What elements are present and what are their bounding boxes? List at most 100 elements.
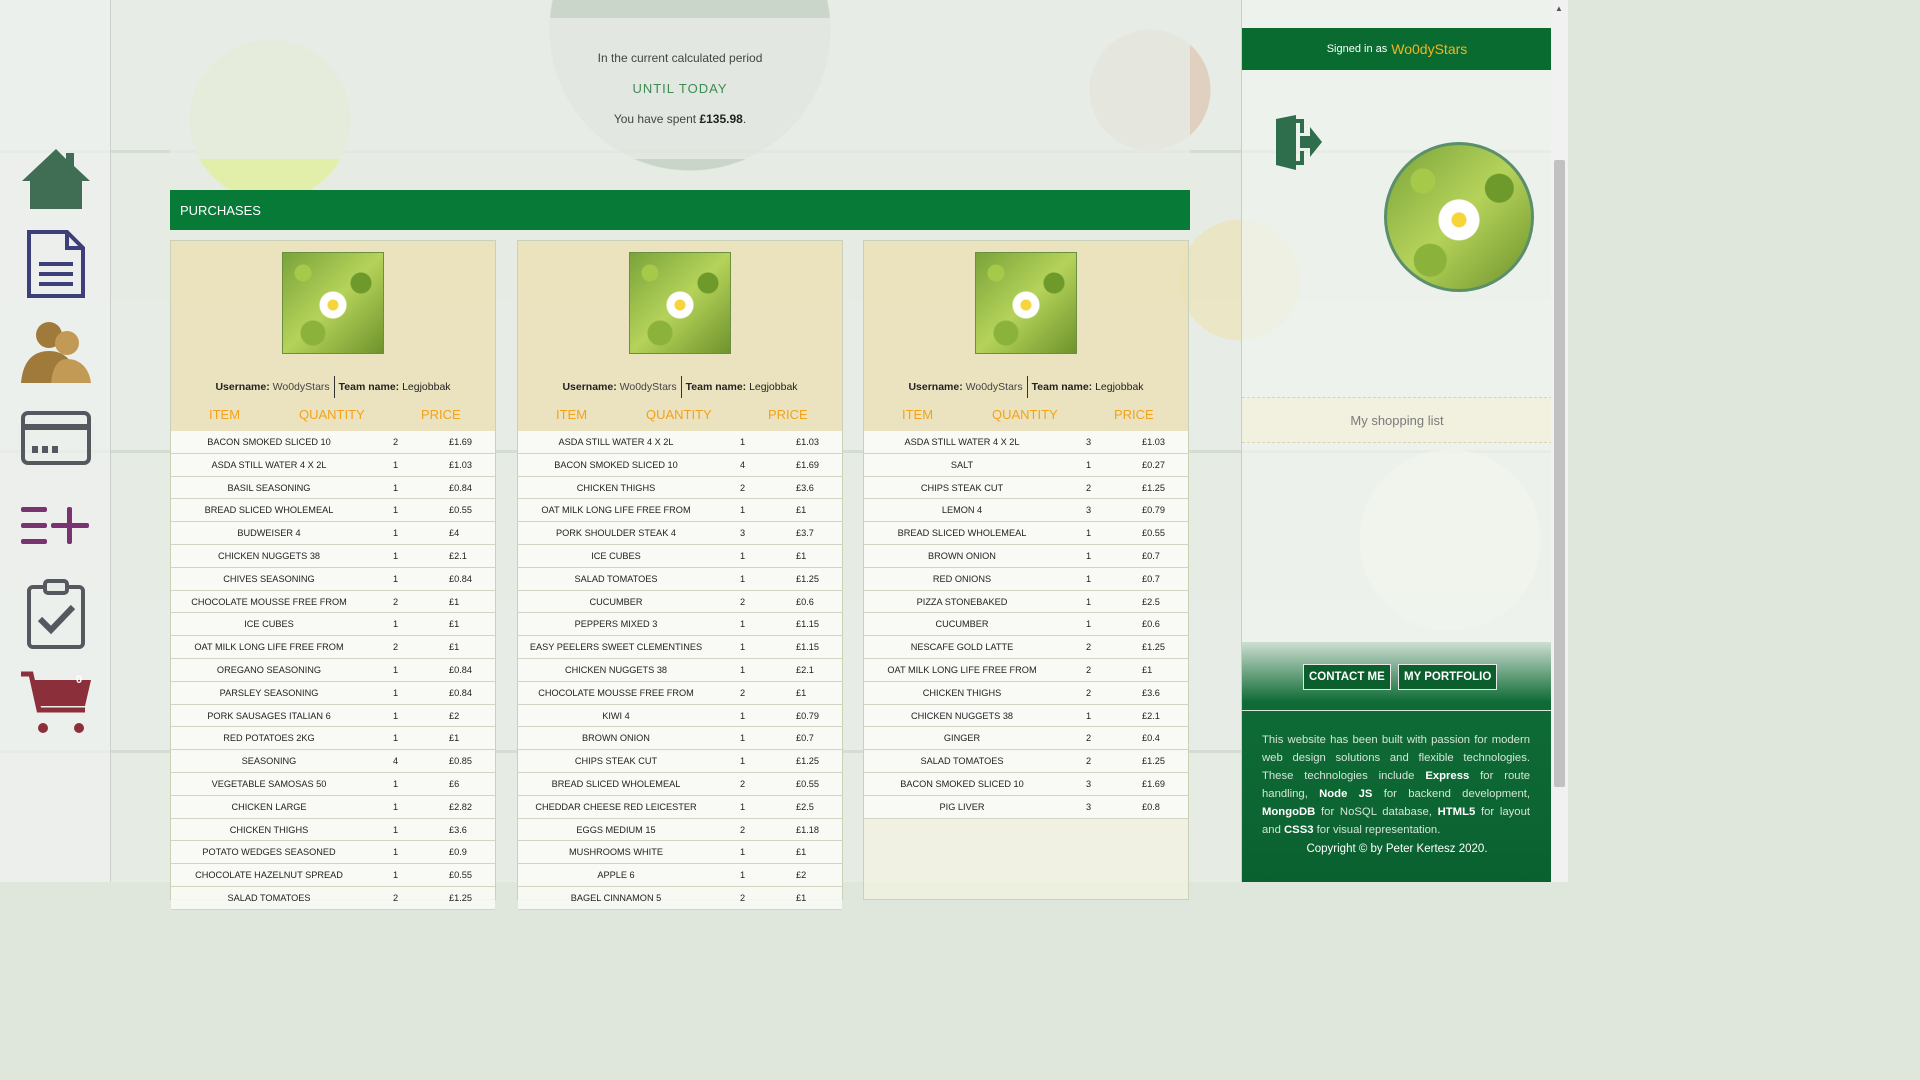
scroll-up-arrow-icon[interactable]: ▲ — [1555, 4, 1563, 13]
table-row: OAT MILK LONG LIFE FREE FROM 1 £1 — [518, 499, 842, 523]
col-price: PRICE — [768, 407, 808, 422]
card-header: Username: Wo0dyStars Team name: Legjobbak… — [171, 241, 495, 431]
item-quantity: 1 — [393, 459, 399, 470]
item-name: BACON SMOKED SLICED 10 — [554, 459, 678, 470]
team-value: Legjobbak — [402, 380, 451, 393]
col-item: ITEM — [902, 407, 934, 422]
item-price: £1.25 — [796, 573, 819, 584]
item-quantity: 1 — [740, 870, 746, 881]
my-shopping-list-link[interactable]: My shopping list — [1242, 397, 1552, 443]
table-row: SALT 1 £0.27 — [864, 453, 1188, 477]
user-photo — [629, 252, 731, 354]
my-portfolio-button[interactable]: MY PORTFOLIO — [1398, 664, 1498, 690]
period-text: In the current calculated period — [597, 51, 763, 65]
item-price: £1.69 — [1142, 778, 1165, 789]
item-quantity: 2 — [1086, 733, 1092, 744]
item-quantity: 1 — [740, 619, 746, 630]
item-name: OREGANO SEASONING — [216, 664, 322, 675]
item-quantity: 1 — [740, 801, 746, 812]
item-price: £0.6 — [1142, 619, 1160, 630]
table-row: RED POTATOES 2KG 1 £1 — [171, 727, 495, 751]
item-price: £0.55 — [449, 505, 472, 516]
item-name: RED POTATOES 2KG — [223, 733, 315, 744]
team-label: Team name: — [1031, 380, 1093, 393]
item-name: CHICKEN THIGHS — [229, 824, 309, 835]
item-name: KIWI 4 — [602, 710, 630, 721]
item-price: £3.6 — [1142, 687, 1160, 698]
table-row: OREGANO SEASONING 1 £0.84 — [171, 658, 495, 682]
item-quantity: 1 — [1086, 619, 1092, 630]
table-row: CHICKEN NUGGETS 38 1 £2.1 — [171, 544, 495, 568]
col-item: ITEM — [556, 407, 588, 422]
item-name: CHOCOLATE HAZELNUT SPREAD — [195, 870, 343, 881]
users-icon[interactable] — [18, 314, 94, 390]
document-icon[interactable] — [18, 226, 94, 302]
item-quantity: 1 — [393, 505, 399, 516]
table-row: KIWI 4 1 £0.79 — [518, 704, 842, 728]
item-quantity: 2 — [740, 687, 746, 698]
logout-icon[interactable] — [1272, 115, 1324, 170]
user-info-line: Username: Wo0dyStars Team name: Legjobbak — [518, 376, 842, 398]
item-name: SEASONING — [241, 756, 297, 767]
table-row: CHICKEN LARGE 1 £2.82 — [171, 795, 495, 819]
cart-icon[interactable]: 0 — [18, 664, 94, 740]
col-price: PRICE — [1114, 407, 1154, 422]
table-row: MUSHROOMS WHITE 1 £1 — [518, 841, 842, 865]
item-price: £1.18 — [796, 824, 819, 835]
copyright-text: Copyright © by Peter Kertesz 2020. — [1306, 843, 1488, 855]
table-row: EGGS MEDIUM 15 2 £1.18 — [518, 818, 842, 842]
purchase-card: Username: Wo0dyStars Team name: Legjobbak… — [863, 240, 1189, 900]
item-quantity: 1 — [393, 847, 399, 858]
footer-divider — [1242, 710, 1552, 711]
scrollbar[interactable]: ▲ — [1551, 0, 1568, 882]
item-quantity: 2 — [1086, 664, 1092, 675]
clipboard-check-icon[interactable] — [18, 576, 94, 652]
user-info-line: Username: Wo0dyStars Team name: Legjobbak — [864, 376, 1188, 398]
item-name: RED ONIONS — [932, 573, 992, 584]
item-name: CHIPS STEAK CUT — [574, 756, 658, 767]
item-quantity: 2 — [740, 892, 746, 903]
items-table: BACON SMOKED SLICED 10 2 £1.69 ASDA STIL… — [171, 431, 495, 910]
scrollbar-thumb[interactable] — [1554, 160, 1565, 787]
item-price: £2.1 — [1142, 710, 1160, 721]
contact-me-button[interactable]: CONTACT ME — [1303, 664, 1391, 690]
tech-html5: HTML5 — [1437, 806, 1476, 818]
table-row: SALAD TOMATOES 2 £1.25 — [171, 886, 495, 910]
signed-in-username[interactable]: Wo0dyStars — [1391, 41, 1467, 57]
table-row: ICE CUBES 1 £1 — [171, 613, 495, 637]
avatar[interactable] — [1384, 142, 1534, 292]
item-quantity: 1 — [393, 733, 399, 744]
item-name: CHICKEN LARGE — [231, 801, 307, 812]
table-row: CHICKEN THIGHS 2 £3.6 — [518, 476, 842, 500]
item-name: PIZZA STONEBAKED — [916, 596, 1008, 607]
about-text: This website has been built with passion… — [1262, 731, 1530, 839]
item-quantity: 1 — [393, 664, 399, 675]
table-row: LEMON 4 3 £0.79 — [864, 499, 1188, 523]
column-headers: ITEM QUANTITY PRICE — [518, 407, 842, 427]
item-quantity: 1 — [1086, 596, 1092, 607]
item-name: ICE CUBES — [591, 550, 641, 561]
about-part: for backend development, — [1372, 788, 1530, 800]
item-price: £1.15 — [796, 619, 819, 630]
home-icon[interactable] — [18, 140, 94, 216]
tech-mongodb: MongoDB — [1262, 806, 1316, 818]
item-name: CHICKEN NUGGETS 38 — [564, 664, 668, 675]
item-price: £0.8 — [1142, 801, 1160, 812]
team-value: Legjobbak — [749, 380, 798, 393]
item-price: £0.84 — [449, 664, 472, 675]
add-list-icon[interactable] — [18, 488, 94, 564]
credit-card-icon[interactable] — [18, 400, 94, 476]
column-headers: ITEM QUANTITY PRICE — [171, 407, 495, 427]
table-row: BACON SMOKED SLICED 10 3 £1.69 — [864, 772, 1188, 796]
table-row: CHOCOLATE HAZELNUT SPREAD 1 £0.55 — [171, 864, 495, 887]
item-quantity: 4 — [740, 459, 746, 470]
item-quantity: 1 — [393, 528, 399, 539]
item-name: CHICKEN THIGHS — [576, 482, 656, 493]
item-quantity: 2 — [740, 482, 746, 493]
item-quantity: 1 — [740, 847, 746, 858]
item-quantity: 1 — [1086, 528, 1092, 539]
item-quantity: 1 — [393, 870, 399, 881]
table-row: CHIPS STEAK CUT 1 £1.25 — [518, 750, 842, 773]
item-quantity: 1 — [740, 664, 746, 675]
spent-text: You have spent £135.98. — [170, 112, 1190, 126]
